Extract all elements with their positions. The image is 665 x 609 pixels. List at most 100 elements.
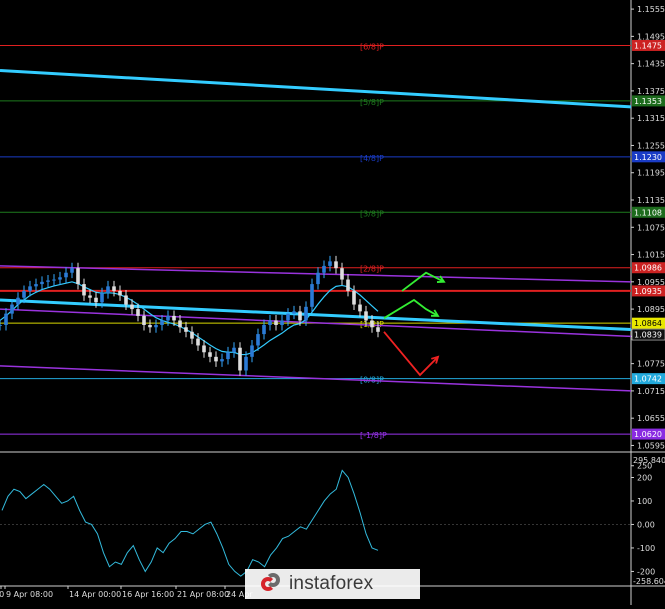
moving-average-line xyxy=(0,281,379,356)
cci-tick-label: -200 xyxy=(637,567,655,576)
candle-body xyxy=(0,325,2,326)
x-tick-label: 14 Apr 00:00 xyxy=(69,590,121,599)
candle-body xyxy=(298,311,302,321)
murrey-level-label: [4/8]P xyxy=(360,154,384,163)
candle-body xyxy=(262,325,266,335)
price-tick-label: 1.0895 xyxy=(637,305,665,314)
murrey-level-label: [-1/8]P xyxy=(360,431,387,440)
price-tag-label: 1.0839 xyxy=(634,331,662,340)
candle-body xyxy=(346,279,350,291)
candle-body xyxy=(166,315,170,321)
candle-body xyxy=(202,345,206,353)
murrey-level-label: [2/8]P xyxy=(360,265,384,274)
candle-body xyxy=(322,265,326,273)
candle-body xyxy=(58,277,62,280)
x-tick-label: 21 Apr 08:00 xyxy=(177,590,229,599)
candle-body xyxy=(28,286,32,291)
price-tick-label: 1.1435 xyxy=(637,60,665,69)
price-tick-label: 1.0775 xyxy=(637,360,665,369)
candle-body xyxy=(244,356,248,371)
candle-body xyxy=(268,320,272,325)
candle-body xyxy=(340,268,344,280)
cci-line xyxy=(1,469,379,577)
trend-channel-line xyxy=(0,265,632,283)
candle-body xyxy=(178,320,182,328)
price-tick-label: 1.1075 xyxy=(637,223,665,232)
cci-tick-label: 100 xyxy=(637,497,652,506)
candle-body xyxy=(154,325,158,328)
candle-body xyxy=(94,297,98,303)
price-tag-label: 1.1353 xyxy=(634,97,662,106)
candle-body xyxy=(274,320,278,325)
price-tick-label: 1.0715 xyxy=(637,387,665,396)
candle-body xyxy=(136,309,140,316)
price-tick-label: 1.1315 xyxy=(637,114,665,123)
candle-body xyxy=(76,268,80,285)
candle-body xyxy=(82,284,86,296)
candle-body xyxy=(304,306,308,321)
candle-body xyxy=(370,320,374,328)
candle-body xyxy=(310,284,314,307)
price-panel: 1.15551.14951.14351.13751.13151.12551.11… xyxy=(0,0,665,605)
cci-min-label: -258.604 xyxy=(633,577,665,586)
cci-tick-label: -100 xyxy=(637,544,655,553)
candle-body xyxy=(190,331,194,339)
cci-indicator-panel: 2502001000.00-100-200295.8402-258.604 xyxy=(0,456,665,586)
x-tick-label: 9 Apr 08:00 xyxy=(6,590,53,599)
candle-body xyxy=(34,284,38,287)
x-tick-label: 16 Apr 16:00 xyxy=(122,590,174,599)
price-tag-label: 1.1230 xyxy=(634,153,662,162)
forecast-arrow-line xyxy=(383,298,439,319)
candle-body xyxy=(232,347,236,353)
candle-body xyxy=(148,325,152,328)
price-tick-label: 1.1255 xyxy=(637,141,665,150)
candle-body xyxy=(172,315,176,321)
candle-body xyxy=(184,327,188,332)
candle-body xyxy=(160,320,164,325)
candle-body xyxy=(16,297,20,305)
watermark-logo: instaforex xyxy=(245,569,420,599)
candle-body xyxy=(130,304,134,310)
candle-body xyxy=(10,304,14,314)
chart-area: 1.1555 1.1495 1.1435 1.1375 1.1315 1.1255 1.11… xyxy=(0,0,665,605)
price-tick-label: 1.1375 xyxy=(637,87,665,96)
chart-svg: 1.15551.14951.14351.13751.13151.12551.11… xyxy=(0,0,665,605)
instaforex-logo-icon xyxy=(259,573,281,595)
price-tick-label: 1.1015 xyxy=(637,251,665,260)
candle-body xyxy=(292,311,296,314)
price-tag-label: 1.0864 xyxy=(634,319,662,328)
cci-tick-label: 0.00 xyxy=(637,520,655,529)
candle-body xyxy=(100,293,104,303)
candle-body xyxy=(238,347,242,371)
candle-body xyxy=(40,281,44,285)
price-tick-label: 1.0655 xyxy=(637,414,665,423)
candle-body xyxy=(316,272,320,285)
candle-body xyxy=(46,280,50,282)
price-tag-label: 1.0620 xyxy=(634,430,662,439)
candle-body xyxy=(226,352,230,360)
candle-body xyxy=(88,295,92,298)
candle-body xyxy=(352,290,356,305)
candle-body xyxy=(376,327,380,332)
price-tag-label: 1.1108 xyxy=(634,208,662,217)
regression-line xyxy=(0,298,632,332)
candle-body xyxy=(196,338,200,346)
forecast-arrow-line xyxy=(383,331,439,377)
candle-body xyxy=(280,320,284,325)
watermark-text: instaforex xyxy=(289,573,374,594)
candle-body xyxy=(334,261,338,269)
candle-body xyxy=(220,359,224,362)
price-tick-label: 1.1555 xyxy=(637,5,665,14)
candle-body xyxy=(208,352,212,357)
cci-tick-label: 200 xyxy=(637,473,652,482)
price-tick-label: 1.1135 xyxy=(637,196,665,205)
candle-body xyxy=(106,286,110,294)
murrey-level-label: [6/8]P xyxy=(360,42,384,51)
cci-max-label: 295.8402 xyxy=(633,456,665,465)
murrey-level-label: [5/8]P xyxy=(360,98,384,107)
price-tick-label: 1.1195 xyxy=(637,169,665,178)
candle-body xyxy=(214,356,218,362)
candle-body xyxy=(52,279,56,281)
candle-body xyxy=(358,304,362,312)
murrey-level-label: [3/8]P xyxy=(360,209,384,218)
